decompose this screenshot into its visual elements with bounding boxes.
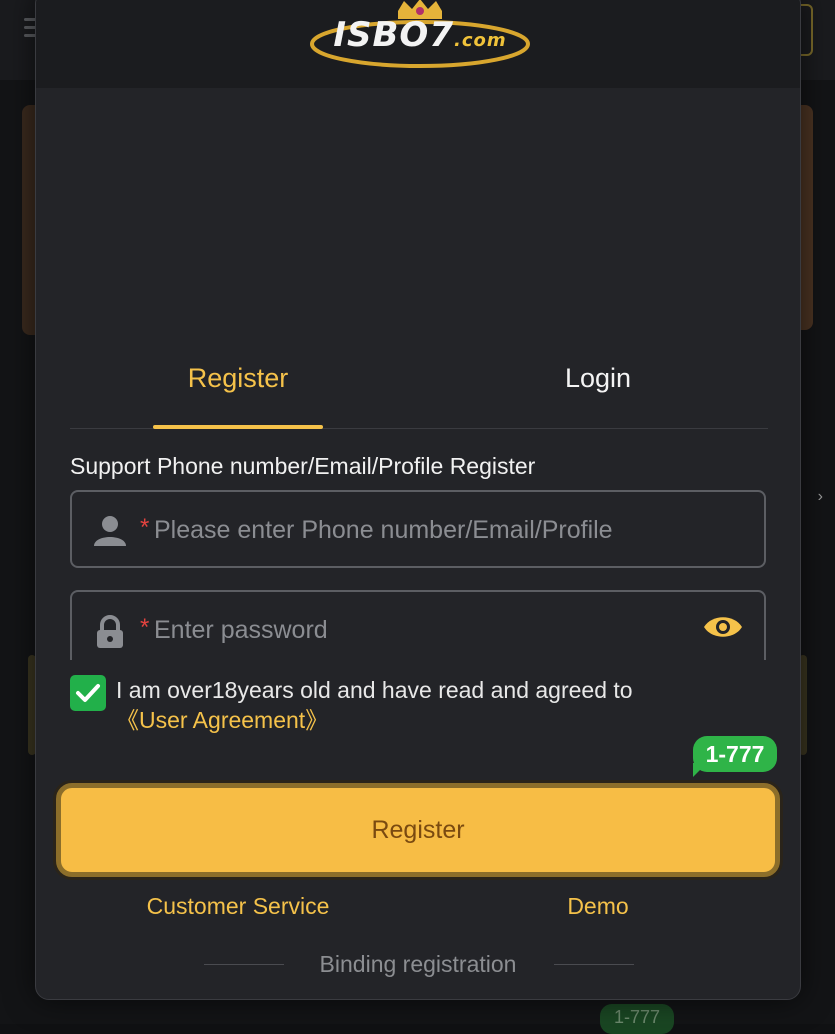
required-mark: * bbox=[140, 614, 149, 642]
phone-email-field[interactable]: * bbox=[70, 490, 766, 568]
agreement-text: I am over18years old and have read and a… bbox=[116, 677, 633, 703]
demo-link[interactable]: Demo bbox=[526, 893, 670, 920]
modal-header: ISBO7.com bbox=[36, 0, 800, 88]
register-modal: ISBO7.com Register Login Support Phone n… bbox=[35, 0, 801, 1000]
auth-tabs: Register Login bbox=[70, 363, 768, 429]
binding-registration-label: Binding registration bbox=[36, 951, 800, 978]
promo-badge-tail bbox=[693, 763, 707, 777]
phone-email-input[interactable] bbox=[154, 506, 714, 554]
user-agreement-link[interactable]: 《User Agreement》 bbox=[116, 707, 328, 733]
checkmark-icon bbox=[70, 675, 106, 711]
agreement-checkbox[interactable] bbox=[70, 675, 106, 711]
agreement-text-block: I am over18years old and have read and a… bbox=[116, 675, 756, 735]
password-field[interactable]: * bbox=[70, 590, 766, 660]
logo-wordmark: ISBO7 bbox=[333, 15, 454, 55]
customer-service-link[interactable]: Customer Service bbox=[120, 893, 356, 920]
chevron-right-icon: › bbox=[818, 488, 823, 506]
lock-icon bbox=[92, 614, 128, 650]
eye-icon[interactable] bbox=[702, 612, 744, 642]
background-banner-right-edge bbox=[799, 105, 813, 330]
password-input[interactable] bbox=[154, 606, 714, 654]
logo-domain: .com bbox=[454, 30, 507, 51]
divider-right bbox=[554, 964, 634, 965]
tab-register[interactable]: Register bbox=[153, 363, 323, 429]
required-mark: * bbox=[140, 514, 149, 542]
register-support-label: Support Phone number/Email/Profile Regis… bbox=[70, 453, 535, 480]
user-icon bbox=[92, 512, 128, 548]
logo-text: ISBO7.com bbox=[308, 15, 532, 55]
brand-logo: ISBO7.com bbox=[308, 0, 532, 73]
background-top-right-button bbox=[799, 4, 813, 56]
active-tab-indicator bbox=[153, 425, 323, 429]
tab-login[interactable]: Login bbox=[513, 363, 683, 429]
register-button[interactable]: Register bbox=[56, 783, 780, 877]
background-bottom-badge: 1-777 bbox=[600, 1004, 674, 1034]
